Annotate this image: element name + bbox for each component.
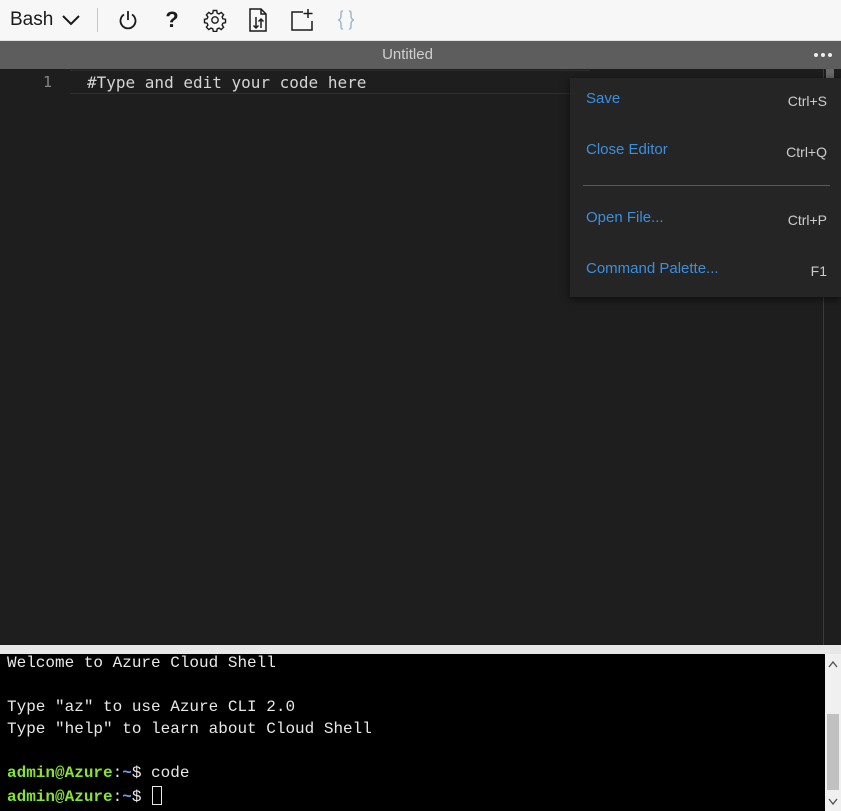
menu-item-command-palette[interactable]: Command Palette... F1: [570, 250, 841, 290]
menu-item-shortcut: Ctrl+P: [787, 212, 827, 228]
shell-selector-label: Bash: [10, 9, 54, 30]
scroll-up-button[interactable]: [825, 656, 841, 672]
shell-selector-dropdown[interactable]: Bash: [6, 4, 85, 36]
open-editor-button[interactable]: [331, 5, 361, 35]
prompt-symbol: $: [131, 788, 152, 806]
terminal-help-hint-line: Type "help" to learn about Cloud Shell: [7, 720, 372, 738]
editor-context-menu: Save Ctrl+S Close Editor Ctrl+Q Open Fil…: [570, 78, 841, 297]
new-file-icon: [291, 9, 313, 31]
terminal[interactable]: Welcome to Azure Cloud Shell Type "az" t…: [0, 654, 841, 811]
scrollbar-thumb[interactable]: [827, 714, 839, 790]
settings-button[interactable]: [200, 5, 230, 35]
menu-item-label: Command Palette...: [586, 260, 719, 277]
terminal-command: code: [151, 764, 190, 782]
chevron-down-icon: [62, 15, 81, 26]
power-icon: [119, 11, 137, 30]
upload-download-button[interactable]: [243, 5, 273, 35]
menu-item-save[interactable]: Save Ctrl+S: [570, 80, 841, 120]
prompt-symbol: $: [131, 764, 152, 782]
terminal-az-hint-line: Type "az" to use Azure CLI 2.0: [7, 698, 296, 716]
menu-item-shortcut: Ctrl+Q: [786, 144, 827, 160]
line-number: 1: [42, 73, 52, 91]
menu-item-label: Close Editor: [586, 141, 668, 158]
menu-item-open-file[interactable]: Open File... Ctrl+P: [570, 199, 841, 239]
editor-title-bar: Untitled: [0, 41, 841, 69]
help-button[interactable]: ?: [157, 5, 187, 35]
prompt-path: ~: [122, 764, 132, 782]
line-number-gutter: 1: [0, 69, 70, 645]
menu-item-close-editor[interactable]: Close Editor Ctrl+Q: [570, 131, 841, 171]
scroll-down-button[interactable]: [825, 793, 841, 809]
restart-button[interactable]: [113, 5, 143, 35]
editor-terminal-splitter[interactable]: [0, 645, 841, 654]
editor-file-title: Untitled: [382, 46, 433, 63]
terminal-cursor: [152, 786, 163, 805]
cloud-shell-toolbar: Bash ?: [0, 0, 841, 41]
open-new-session-button[interactable]: [287, 5, 317, 35]
prompt-path: ~: [122, 788, 132, 806]
prompt-user: admin@Azure: [7, 764, 113, 782]
toolbar-divider: [97, 8, 98, 32]
terminal-scrollbar[interactable]: [825, 654, 841, 811]
terminal-welcome-line: Welcome to Azure Cloud Shell: [7, 654, 276, 672]
dot: [828, 53, 832, 57]
menu-item-label: Save: [586, 90, 621, 107]
gear-icon: [203, 9, 227, 32]
prompt-user: admin@Azure: [7, 788, 113, 806]
braces-icon: [337, 10, 355, 30]
editor-more-button[interactable]: [811, 44, 835, 66]
dot: [814, 53, 818, 57]
help-icon: ?: [165, 7, 179, 32]
menu-item-shortcut: F1: [810, 263, 827, 279]
terminal-command-line: admin@Azure:~$ code: [7, 764, 189, 786]
current-line[interactable]: #Type and edit your code here: [70, 70, 590, 94]
prompt-separator: :: [112, 764, 123, 782]
chevron-down-icon: [828, 798, 838, 805]
chevron-up-icon: [828, 660, 838, 667]
menu-item-shortcut: Ctrl+S: [787, 93, 827, 109]
upload-download-icon: [249, 8, 267, 32]
terminal-input-line[interactable]: admin@Azure:~$: [7, 786, 163, 808]
code-text: #Type and edit your code here: [87, 73, 367, 92]
dot: [821, 53, 825, 57]
menu-separator: [583, 185, 830, 186]
prompt-separator: :: [112, 788, 123, 806]
menu-item-label: Open File...: [586, 209, 664, 226]
